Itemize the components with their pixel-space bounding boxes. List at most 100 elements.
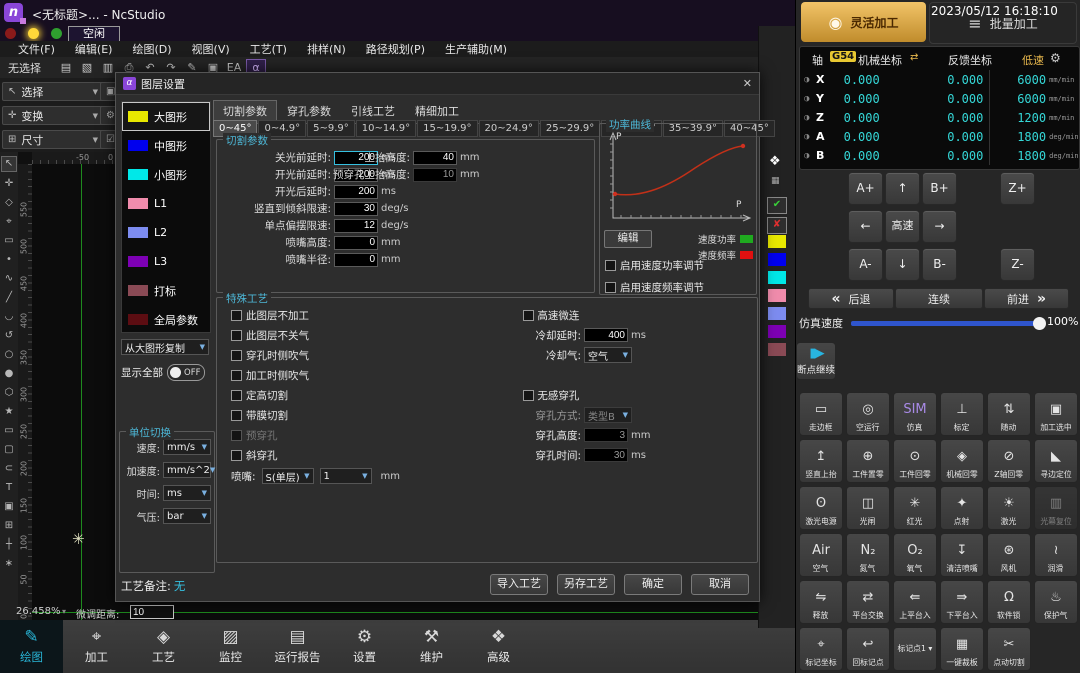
layer-color-swatch[interactable] <box>768 271 786 284</box>
menu-item[interactable]: 工艺(T) <box>240 41 297 57</box>
drawing-tool-icon[interactable]: ↺ <box>2 329 16 343</box>
wcs-badge[interactable]: G54 <box>830 51 856 62</box>
function-button[interactable]: Air 空气 <box>799 533 843 577</box>
enable-speed-power-checkbox[interactable]: 启用速度功率调节 <box>605 258 704 273</box>
function-button[interactable]: ⇚ 上平台入 <box>893 580 937 624</box>
speed-mode-label[interactable]: 低速 <box>1022 52 1044 68</box>
main-tab[interactable]: ⚒ 维护 <box>398 620 465 673</box>
function-button[interactable]: ʘ 激光电源 <box>799 486 843 530</box>
function-button[interactable]: ◈ 机械回零 <box>940 439 984 483</box>
axis-clear-icon[interactable]: ◑ <box>804 94 816 104</box>
slider-knob[interactable] <box>1033 317 1046 330</box>
drawing-tool-icon[interactable]: ▢ <box>2 443 16 457</box>
drawing-tool-icon[interactable]: ⊞ <box>2 519 16 533</box>
axis-clear-icon[interactable]: ◑ <box>804 113 816 123</box>
drawing-tool-icon[interactable]: ↖ <box>1 156 17 172</box>
step-back-button[interactable]: « 后退 <box>808 288 894 309</box>
unit-select[interactable]: bar ▼ <box>163 508 211 524</box>
nozzle-size-select[interactable]: 1 ▼ <box>320 468 372 484</box>
jog-a-minus-button[interactable]: A- <box>848 248 883 281</box>
left-panel-button[interactable]: ↖ 选择 ▼ <box>2 82 104 101</box>
axis-clear-icon[interactable]: ◑ <box>804 75 816 85</box>
cool-delay-input[interactable] <box>584 328 628 342</box>
special-checkbox[interactable]: 预穿孔 <box>231 425 309 445</box>
function-button[interactable]: ↩ 回标记点 <box>846 627 890 671</box>
param-input[interactable] <box>334 185 378 199</box>
angle-range-tab[interactable]: 15~19.9° <box>417 120 477 137</box>
function-button[interactable]: ✳ 红光 <box>893 486 937 530</box>
function-button[interactable]: ☀ 激光 <box>987 486 1031 530</box>
main-tab[interactable]: ❖ 高级 <box>465 620 532 673</box>
angle-range-tab[interactable]: 25~29.9° <box>540 120 600 137</box>
sync-icon[interactable]: ⇄ <box>910 52 918 63</box>
drawing-tool-icon[interactable]: T <box>2 481 16 495</box>
layer-list-item[interactable]: 中图形 <box>122 131 210 160</box>
param-input[interactable] <box>334 202 378 216</box>
axis-clear-icon[interactable]: ◑ <box>804 151 816 161</box>
function-button[interactable]: ⇅ 随动 <box>987 392 1031 436</box>
layer-color-swatch[interactable] <box>768 235 786 248</box>
function-button[interactable]: ✦ 点射 <box>940 486 984 530</box>
drawing-tool-icon[interactable]: ∿ <box>2 272 16 286</box>
jog-x-plus-button[interactable]: → <box>922 210 957 243</box>
step-forward-button[interactable]: 前进 » <box>984 288 1069 309</box>
drawing-tool-icon[interactable]: ▭ <box>2 234 16 248</box>
function-button[interactable]: ▣ 加工选中 <box>1034 392 1078 436</box>
main-tab[interactable]: ⌖ 加工 <box>63 620 130 673</box>
toolbar-icon[interactable]: ▧ <box>78 60 96 76</box>
function-button[interactable]: ⊛ 风机 <box>987 533 1031 577</box>
function-button[interactable]: ▭ 走边框 <box>799 392 843 436</box>
function-button[interactable]: ◣ 寻边定位 <box>1034 439 1078 483</box>
cancel-button[interactable]: 取消 <box>691 574 749 595</box>
main-tab[interactable]: ✎ 绘图 <box>0 620 63 673</box>
menu-item[interactable]: 视图(V) <box>182 41 240 57</box>
param-input[interactable] <box>334 236 378 250</box>
jog-x-minus-button[interactable]: ← <box>848 210 883 243</box>
function-button[interactable]: SIM 仿真 <box>893 392 937 436</box>
special-checkbox[interactable]: 斜穿孔 <box>231 445 309 465</box>
param-input[interactable] <box>334 219 378 233</box>
copy-from-layer-select[interactable]: 从大图形复制 ▼ <box>121 339 209 355</box>
function-button[interactable]: ◎ 空运行 <box>846 392 890 436</box>
main-tab[interactable]: ▨ 监控 <box>197 620 264 673</box>
function-button[interactable]: N₂ 氮气 <box>846 533 890 577</box>
drawing-tool-icon[interactable]: ⌖ <box>2 215 16 229</box>
cancel-layer-button[interactable]: ✘ <box>767 217 787 234</box>
continuous-button[interactable]: 连续 <box>895 288 983 309</box>
cool-gas-select[interactable]: 空气 ▼ <box>584 347 632 363</box>
left-panel-button[interactable]: ⊞ 尺寸 ▼ <box>2 130 104 149</box>
layer-list-item[interactable]: 小图形 <box>122 160 210 189</box>
layer-list-item[interactable]: L2 <box>122 218 210 247</box>
jog-z-plus-button[interactable]: Z+ <box>1000 172 1035 205</box>
menu-item[interactable]: 路径规划(P) <box>356 41 435 57</box>
enable-speed-freq-checkbox[interactable]: 启用速度频率调节 <box>605 280 704 295</box>
layer-list-item[interactable]: 全局参数 <box>122 305 210 334</box>
param-input[interactable] <box>413 168 457 182</box>
function-button[interactable]: ⊕ 工件置零 <box>846 439 890 483</box>
menu-item[interactable]: 生产辅助(M) <box>435 41 517 57</box>
jog-y-plus-button[interactable]: ↑ <box>885 172 920 205</box>
function-button[interactable]: ⇄ 平台交换 <box>846 580 890 624</box>
drawing-tool-icon[interactable]: ⬡ <box>2 386 16 400</box>
run-control-button[interactable]: ▮▶ 断点继续 <box>796 342 836 380</box>
gear-icon[interactable]: ⚙ <box>1050 51 1061 65</box>
drawing-tool-icon[interactable]: ○ <box>2 348 16 362</box>
function-button[interactable]: ≀ 润滑 <box>1034 533 1078 577</box>
angle-range-tab[interactable]: 20~24.9° <box>479 120 539 137</box>
function-button[interactable]: ⊙ 工件回零 <box>893 439 937 483</box>
drawing-tool-icon[interactable]: ▣ <box>2 500 16 514</box>
close-icon[interactable]: ✕ <box>743 77 752 90</box>
drawing-tool-icon[interactable]: ∗ <box>2 557 16 571</box>
layer-list-item[interactable]: L1 <box>122 189 210 218</box>
jog-b-minus-button[interactable]: B- <box>922 248 957 281</box>
function-button[interactable]: ▦ 一键裁板 <box>940 627 984 671</box>
main-tab[interactable]: ▤ 运行报告 <box>264 620 331 673</box>
param-input[interactable] <box>334 253 378 267</box>
drawing-tool-icon[interactable]: • <box>2 253 16 267</box>
function-button[interactable]: ↧ 清洁喷嘴 <box>940 533 984 577</box>
dialog-title-bar[interactable]: α 图层设置 ✕ <box>116 73 759 95</box>
layer-color-swatch[interactable] <box>768 289 786 302</box>
jog-a-plus-button[interactable]: A+ <box>848 172 883 205</box>
drawing-tool-icon[interactable]: ★ <box>2 405 16 419</box>
jog-z-minus-button[interactable]: Z- <box>1000 248 1035 281</box>
